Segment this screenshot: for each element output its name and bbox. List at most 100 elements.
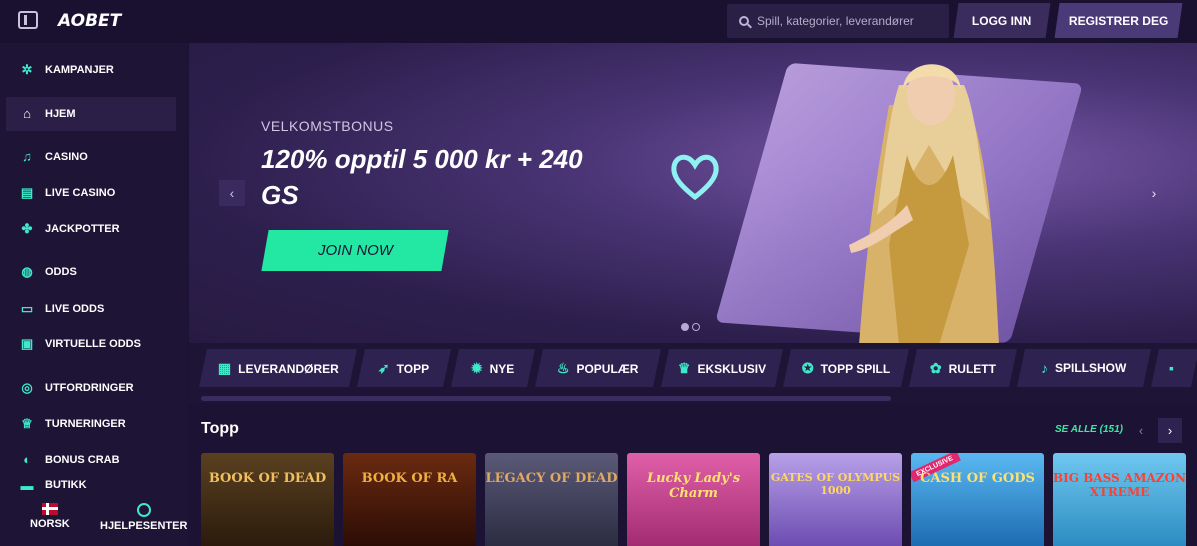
sidebar-item-utfordringer[interactable]: ◎ UTFORDRINGER [6, 371, 176, 405]
game-title: BOOK OF DEAD [208, 471, 327, 486]
heart-icon [671, 154, 719, 201]
game-title: BOOK OF RA [361, 471, 458, 486]
new-icon: ✹ [471, 359, 484, 376]
search-box[interactable] [727, 4, 949, 38]
hero-title: 120% opptil 5 000 kr + 240 GS [261, 144, 583, 210]
home-icon: ⌂ [23, 106, 31, 121]
sidebar-item-virtuelle-odds[interactable]: ▣ VIRTUELLE ODDS [6, 327, 176, 361]
challenge-icon: ◎ [21, 380, 33, 395]
see-all-link[interactable]: SE ALLE (151) [1055, 424, 1123, 435]
games-prev-button[interactable]: ‹ [1129, 418, 1153, 443]
hero-dot[interactable] [681, 323, 689, 331]
sidebar-item-label: VIRTUELLE ODDS [45, 338, 141, 350]
category-strip: ▦ LEVERANDØRER ➶ TOPP ✹ NYE ♨ POPULÆR ♛ EKSKL… [189, 343, 1197, 403]
hero-dot[interactable] [692, 323, 700, 331]
sidebar-toggle-icon[interactable] [18, 11, 38, 29]
sidebar-item-label: JACKPOTTER [45, 223, 120, 235]
join-now-button[interactable]: JOIN NOW [261, 230, 449, 271]
sidebar-item-bonus-crab[interactable]: ◐ BONUS CRAB [6, 443, 176, 477]
fire-icon: ♨ [557, 359, 570, 376]
games-next-button[interactable]: › [1158, 418, 1182, 443]
clover-icon: ✤ [21, 221, 33, 236]
casino-icon: ♫ [22, 149, 32, 164]
category-leverandorer[interactable]: ▦ LEVERANDØRER [198, 349, 358, 387]
category-eksklusiv[interactable]: ♛ EKSKLUSIV [660, 349, 784, 387]
game-tile[interactable]: BOOK OF DEAD [201, 453, 334, 546]
category-more[interactable]: ▪ [1150, 349, 1197, 387]
sidebar-item-label: BUTIKK [45, 479, 87, 491]
language-label: NORSK [30, 518, 70, 530]
hero-next-button[interactable]: › [1141, 180, 1167, 206]
category-scrollbar[interactable] [201, 396, 891, 401]
game-tile[interactable]: LEGACY OF DEAD [485, 453, 618, 546]
virtual-odds-icon: ▣ [20, 336, 34, 351]
category-label: EKSKLUSIV [697, 361, 767, 375]
category-label: SPILLSHOW [1055, 361, 1127, 375]
category-spillshow[interactable]: ♪ SPILLSHOW [1016, 349, 1152, 387]
category-label: TOPP SPILL [820, 361, 891, 375]
odds-icon: ◍ [21, 264, 33, 279]
microphone-icon: ♪ [1041, 360, 1049, 376]
crown-icon: ♛ [677, 359, 691, 376]
sidebar-item-label: LIVE ODDS [45, 303, 105, 315]
section-title: Topp [201, 420, 239, 437]
game-title: BIG BASS AMAZON XTREME [1053, 471, 1186, 499]
sidebar-item-label: CASINO [45, 151, 88, 163]
sidebar-item-odds[interactable]: ◍ ODDS [6, 255, 176, 289]
game-title: CASH OF GODS [920, 471, 1035, 486]
hero-model-image [849, 64, 999, 343]
category-topp[interactable]: ➶ TOPP [356, 349, 452, 387]
hero-pagination [681, 323, 700, 331]
help-center-link[interactable]: HJELPESENTER [100, 503, 187, 532]
sidebar-item-live-casino[interactable]: ▤ LIVE CASINO [6, 176, 176, 210]
search-input[interactable] [757, 14, 937, 28]
live-odds-icon: ▭ [20, 301, 34, 316]
help-icon [136, 503, 151, 517]
norway-flag-icon [41, 503, 58, 515]
star-icon: ✪ [801, 359, 814, 376]
sidebar-item-jackpotter[interactable]: ✤ JACKPOTTER [6, 212, 176, 246]
more-icon: ▪ [1169, 360, 1174, 376]
sidebar-item-label: UTFORDRINGER [45, 382, 134, 394]
game-tile[interactable]: Lucky Lady's Charm [627, 453, 760, 546]
category-nye[interactable]: ✹ NYE [450, 349, 536, 387]
game-title: LEGACY OF DEAD [485, 471, 618, 486]
sidebar-item-label: TURNERINGER [45, 418, 126, 430]
sidebar-item-kampanjer[interactable]: ✲ KAMPANJER [6, 53, 176, 87]
hero-banner[interactable]: VELKOMSTBONUS 120% opptil 5 000 kr + 240… [189, 43, 1197, 343]
join-now-label: JOIN NOW [317, 242, 393, 259]
game-title: Lucky Lady's Charm [646, 471, 741, 501]
sidebar-item-turneringer[interactable]: ♕ TURNERINGER [6, 407, 176, 441]
live-casino-icon: ▤ [20, 185, 34, 200]
category-topp-spill[interactable]: ✪ TOPP SPILL [782, 349, 910, 387]
chevron-left-icon: ‹ [1138, 423, 1144, 438]
game-tile[interactable]: GATES OF OLYMPUS 1000 [769, 453, 902, 546]
category-label: NYE [490, 361, 515, 375]
category-rulett[interactable]: ✿ RULETT [908, 349, 1018, 387]
game-tile[interactable]: BOOK OF RA [343, 453, 476, 546]
login-button[interactable]: LOGG INN [953, 3, 1051, 38]
logo[interactable]: AOBET [58, 11, 121, 31]
category-label: POPULÆR [576, 361, 639, 375]
game-title: GATES OF OLYMPUS 1000 [770, 471, 901, 497]
grid-icon: ▦ [217, 359, 231, 376]
language-selector[interactable]: NORSK [30, 503, 70, 530]
register-button[interactable]: REGISTRER DEG [1054, 3, 1183, 38]
hero-prev-button[interactable]: ‹ [219, 180, 245, 206]
games-section: Topp SE ALLE (151) ‹ › BOOK OF DEAD BOOK… [189, 403, 1197, 546]
trophy-icon: ♕ [21, 416, 33, 431]
sidebar-item-hjem[interactable]: ⌂ HJEM [6, 97, 176, 131]
game-tile[interactable]: BIG BASS AMAZON XTREME [1053, 453, 1186, 546]
category-populaer[interactable]: ♨ POPULÆR [534, 349, 662, 387]
sidebar-item-label: HJEM [45, 108, 76, 120]
game-tile[interactable]: EXCLUSIVE CASH OF GODS [911, 453, 1044, 546]
sidebar-item-live-odds[interactable]: ▭ LIVE ODDS [6, 292, 176, 326]
search-icon [739, 16, 749, 26]
sidebar-item-casino[interactable]: ♫ CASINO [6, 140, 176, 174]
top-bar: AOBET LOGG INN REGISTRER DEG [0, 0, 1197, 43]
sidebar-item-label: KAMPANJER [45, 64, 114, 76]
rocket-icon: ➶ [378, 359, 391, 376]
sidebar-item-label: LIVE CASINO [45, 187, 116, 199]
sidebar-item-butikk[interactable]: ▬ BUTIKK [6, 479, 176, 491]
login-label: LOGG INN [972, 13, 1032, 28]
